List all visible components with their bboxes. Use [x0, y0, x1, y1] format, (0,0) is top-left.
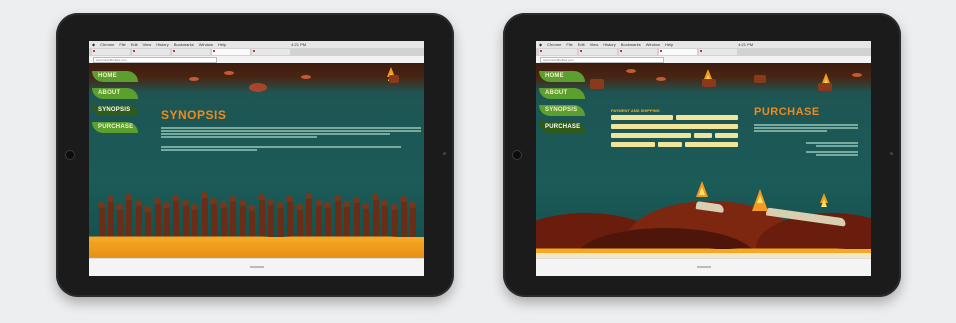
flying-bird-icon [189, 77, 199, 81]
menu-item[interactable]: Help [218, 42, 226, 47]
clock: 4:21 PM [738, 42, 754, 47]
browser-tab[interactable] [252, 49, 290, 55]
url-input[interactable]: www.lordoftheflies.com [93, 56, 217, 63]
home-button[interactable] [65, 150, 75, 160]
clock: 4:21 PM [291, 42, 307, 47]
fire-icon [820, 193, 828, 207]
flying-bird-icon [301, 75, 311, 79]
sand-ground [89, 233, 424, 259]
browser-tabs [89, 48, 424, 56]
menu-item[interactable]: Help [665, 42, 673, 47]
browser-tab-active[interactable] [659, 49, 697, 55]
last-name-field[interactable] [676, 115, 738, 120]
menu-item[interactable]: View [143, 42, 152, 47]
nav-home[interactable]: HOME [539, 71, 585, 82]
nav-purchase[interactable]: PURCHASE [539, 122, 585, 133]
debris-icon [389, 75, 399, 83]
synopsis-paragraph-1 [161, 126, 421, 140]
url-input[interactable]: www.lordoftheflies.com [540, 56, 664, 63]
debris-icon [626, 69, 636, 73]
browser-tabs [536, 48, 871, 56]
debris-icon [852, 73, 862, 77]
menu-apple-icon[interactable]: ◆ [539, 42, 542, 47]
browser-tab[interactable] [132, 49, 170, 55]
menu-item[interactable]: View [590, 42, 599, 47]
purchase-description [754, 123, 858, 137]
browser-footer [89, 258, 424, 276]
menu-item[interactable]: Window [646, 42, 660, 47]
tablet-left: ◆ Chrome File Edit View History Bookmark… [56, 13, 454, 297]
contact-info [806, 141, 858, 163]
nav-purchase[interactable]: PURCHASE [92, 122, 138, 133]
browser-tab[interactable] [172, 49, 210, 55]
website-synopsis: HOME ABOUT SYNOPSIS PURCHASE SYNOPSIS [89, 63, 424, 259]
burning-debris-icon [822, 73, 830, 87]
menu-apple-icon[interactable]: ◆ [92, 42, 95, 47]
nav-about[interactable]: ABOUT [92, 88, 138, 99]
menu-item[interactable]: Window [199, 42, 213, 47]
page-heading: PURCHASE [754, 106, 820, 118]
os-menubar: ◆ Chrome File Edit View History Bookmark… [536, 41, 871, 48]
fire-icon [752, 189, 768, 211]
state-field[interactable] [694, 133, 712, 138]
nav-home[interactable]: HOME [92, 71, 138, 82]
debris-icon [656, 77, 666, 81]
tablet-right: ◆ Chrome File Edit View History Bookmark… [503, 13, 901, 297]
city-field[interactable] [611, 133, 691, 138]
menu-item[interactable]: Edit [578, 42, 585, 47]
page-heading: SYNOPSIS [161, 108, 227, 122]
form-title: PAYMENT AND SHIPPING [611, 108, 660, 113]
flying-bird-icon [224, 71, 234, 75]
home-button[interactable] [512, 150, 522, 160]
debris-icon [702, 79, 716, 87]
synopsis-paragraph-2 [161, 145, 401, 153]
menu-item[interactable]: Bookmarks [621, 42, 641, 47]
fire-icon [696, 181, 708, 197]
debris-icon [818, 83, 832, 91]
nav-synopsis[interactable]: SYNOPSIS [92, 105, 138, 116]
camera-sensor [890, 152, 893, 155]
browser-tab[interactable] [699, 49, 737, 55]
browser-tab[interactable] [539, 49, 577, 55]
burning-debris-icon [704, 69, 712, 83]
menu-item[interactable]: File [119, 42, 125, 47]
screen-right: ◆ Chrome File Edit View History Bookmark… [536, 41, 871, 276]
menu-item[interactable]: History [156, 42, 168, 47]
nav-about[interactable]: ABOUT [539, 88, 585, 99]
menu-item[interactable]: Edit [131, 42, 138, 47]
address-field[interactable] [611, 124, 738, 129]
parachute-figure-icon [249, 83, 267, 92]
first-name-field[interactable] [611, 115, 673, 120]
debris-icon [754, 75, 766, 83]
browser-tab-active[interactable] [212, 49, 250, 55]
browser-tab[interactable] [92, 49, 130, 55]
menu-item[interactable]: History [603, 42, 615, 47]
browser-footer [536, 258, 871, 276]
teapot-icon [590, 79, 604, 89]
website-purchase: HOME ABOUT SYNOPSIS PURCHASE PAYMENT AND… [536, 63, 871, 259]
security-code-field[interactable] [685, 142, 738, 147]
zip-field[interactable] [715, 133, 738, 138]
browser-tab[interactable] [619, 49, 657, 55]
screen-left: ◆ Chrome File Edit View History Bookmark… [89, 41, 424, 276]
menu-item[interactable]: Chrome [100, 42, 114, 47]
expiry-field[interactable] [658, 142, 682, 147]
camera-sensor [443, 152, 446, 155]
card-number-field[interactable] [611, 142, 655, 147]
browser-tab[interactable] [579, 49, 617, 55]
scroll-indicator [249, 266, 264, 268]
os-menubar: ◆ Chrome File Edit View History Bookmark… [89, 41, 424, 48]
scroll-indicator [696, 266, 711, 268]
menu-item[interactable]: File [566, 42, 572, 47]
nav-synopsis[interactable]: SYNOPSIS [539, 105, 585, 116]
menu-item[interactable]: Chrome [547, 42, 561, 47]
menu-item[interactable]: Bookmarks [174, 42, 194, 47]
